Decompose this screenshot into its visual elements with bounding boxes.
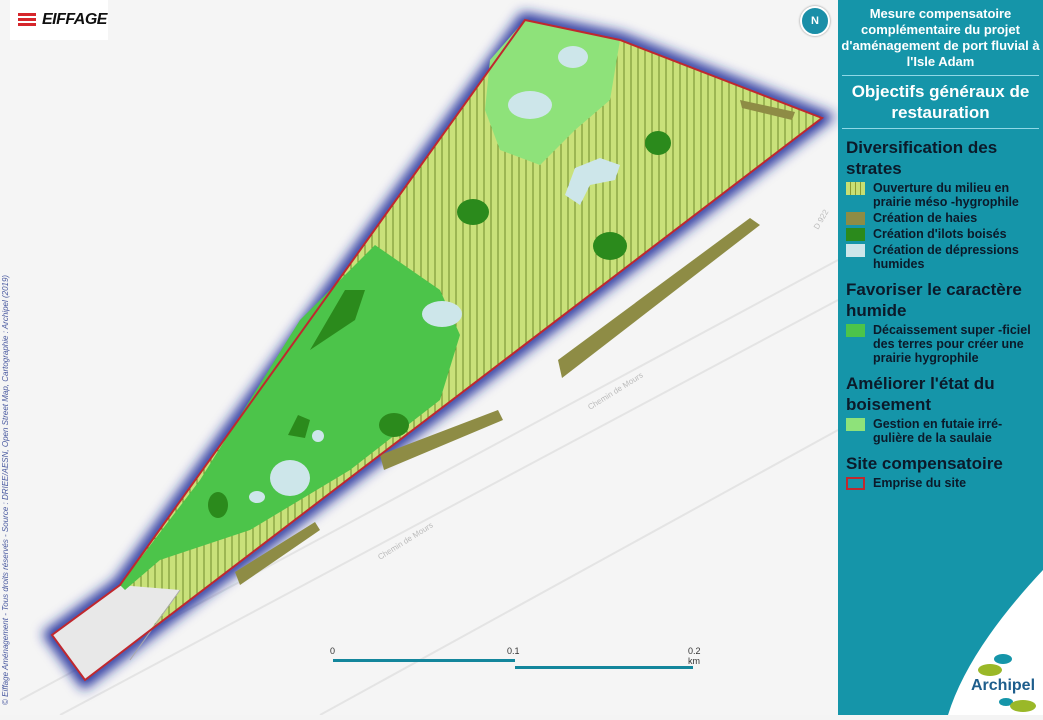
- legend-swatch: [846, 212, 865, 225]
- divider: [842, 128, 1039, 129]
- scale-segment: [515, 666, 693, 669]
- legend-swatch: [846, 244, 865, 257]
- scale-label: 0.1: [507, 646, 520, 656]
- legend-section-title: Diversification des strates: [846, 138, 998, 178]
- panel-title: Mesure compensatoire complémentaire du p…: [841, 6, 1040, 69]
- divider: [842, 75, 1039, 76]
- legend-item: Emprise du site: [838, 476, 1043, 490]
- legend-label: Ouverture du milieu en prairie méso -hyg…: [873, 181, 1019, 209]
- legend-swatch: [846, 228, 865, 241]
- legend-label: Création de dépressions humides: [873, 243, 1019, 271]
- legend-swatch: [846, 418, 865, 431]
- eiffage-logo: EIFFAGE: [10, 0, 108, 40]
- legend-item: Décaissement super -ficiel des terres po…: [838, 323, 1043, 365]
- legend-item: Gestion en futaie irré- gulière de la sa…: [838, 417, 1043, 445]
- legend-item: Création d'ilots boisés: [838, 227, 1043, 241]
- legend-item: Création de haies: [838, 211, 1043, 225]
- scale-label: 0.2 km: [688, 646, 701, 666]
- scale-label: 0: [330, 646, 336, 656]
- legend-label: Création de haies: [873, 211, 978, 225]
- legend-section-title: Site compensatoire: [846, 454, 1003, 473]
- north-arrow-icon: N: [800, 6, 830, 36]
- scale-bar: 0 0.1 0.2 km: [330, 646, 701, 676]
- archipel-logo-text: Archipel: [971, 677, 1036, 694]
- panel-subtitle: Objectifs généraux de restauration: [851, 82, 1030, 122]
- legend-item: Création de dépressions humides: [838, 243, 1043, 271]
- legend-swatch: [846, 324, 865, 337]
- eiffage-logo-text: EIFFAGE: [42, 11, 107, 28]
- legend-label: Emprise du site: [873, 476, 967, 490]
- legend-swatch: [846, 477, 865, 490]
- legend-section-title: Améliorer l'état du boisement: [846, 374, 995, 414]
- site-map: D 922 Chemin de Mours Chemin de Mours: [0, 0, 838, 715]
- legend-item: Ouverture du milieu en prairie méso -hyg…: [838, 181, 1043, 209]
- legend-swatch: [846, 182, 865, 195]
- map-credits: © Eiffage Aménagement - Tous droits rése…: [1, 274, 10, 705]
- legend-label: Décaissement super -ficiel des terres po…: [873, 323, 1031, 365]
- eiffage-logo-icon: [18, 13, 36, 26]
- legend-section-title: Favoriser le caractère humide: [846, 280, 1022, 320]
- legend-label: Gestion en futaie irré- gulière de la sa…: [873, 417, 1003, 445]
- legend-panel: Mesure compensatoire complémentaire du p…: [838, 0, 1043, 715]
- archipel-logo: Archipel: [968, 650, 1038, 720]
- legend-label: Création d'ilots boisés: [873, 227, 1007, 241]
- scale-segment: [333, 659, 515, 662]
